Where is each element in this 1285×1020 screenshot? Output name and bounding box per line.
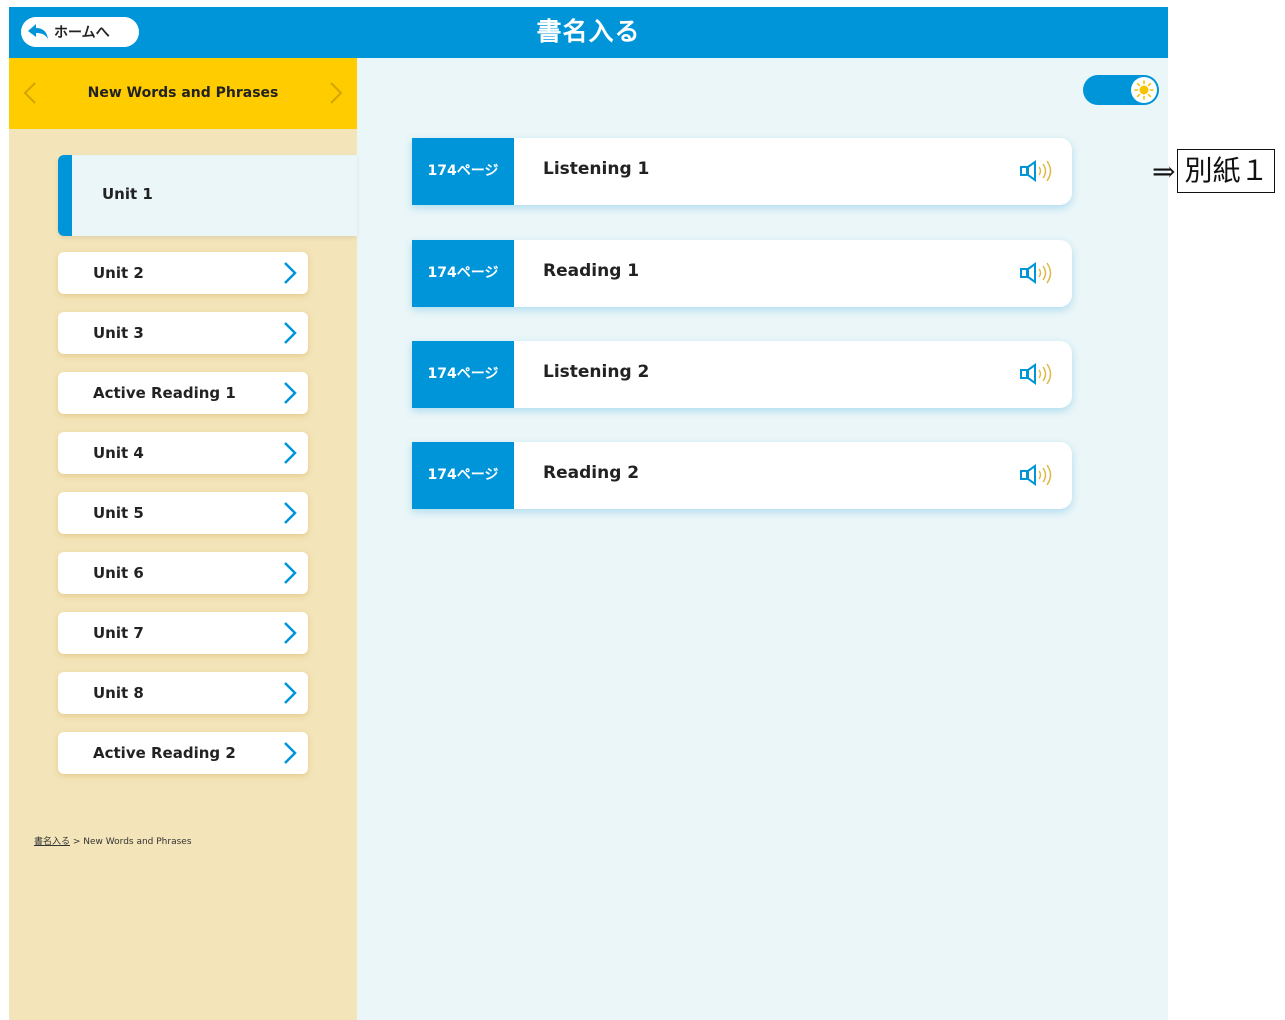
chevron-right-icon [284,262,297,284]
annotation-arrow: ⇒ [1152,154,1176,188]
sidebar: New Words and Phrases Unit 1 Unit 2 Unit… [9,58,357,1020]
breadcrumb: 書名入る > New Words and Phrases [34,834,192,847]
lesson-page-badge: 174ページ [412,138,514,205]
speaker-icon[interactable] [1019,261,1057,285]
sidebar-item-label: Unit 2 [93,264,144,282]
annotation-label: 別紙１ [1177,149,1276,193]
chevron-right-icon [284,622,297,644]
sidebar-item[interactable]: Unit 4 [58,432,308,474]
lesson-name: Listening 1 [543,159,650,179]
lesson-row[interactable]: 174ページ Reading 2 [412,442,1072,509]
sidebar-item[interactable]: Unit 6 [58,552,308,594]
sidebar-item[interactable]: Active Reading 1 [58,372,308,414]
chevron-right-icon[interactable] [327,80,345,106]
breadcrumb-separator: > [70,837,84,847]
chevron-right-icon [284,322,297,344]
sidebar-item[interactable]: Unit 8 [58,672,308,714]
sidebar-item-unit-1-active[interactable]: Unit 1 [58,155,357,236]
chevron-right-icon [284,442,297,464]
sidebar-item-label: Unit 6 [93,564,144,582]
chevron-right-icon [284,682,297,704]
sidebar-item-label: Active Reading 1 [93,384,236,402]
chevron-right-icon [284,382,297,404]
sidebar-item-label: Unit 4 [93,444,144,462]
sidebar-item-label: Unit 5 [93,504,144,522]
speaker-icon[interactable] [1019,159,1057,183]
chevron-left-icon[interactable] [21,80,39,106]
speaker-icon[interactable] [1019,362,1057,386]
page-title: 書名入る [536,17,641,46]
breadcrumb-current: New Words and Phrases [83,837,192,847]
lesson-row[interactable]: 174ページ Reading 1 [412,240,1072,307]
lesson-name: Reading 1 [543,261,640,281]
sidebar-item-label: Active Reading 2 [93,744,236,762]
header-bar: ホームへ 書名入る [9,7,1168,58]
lesson-name: Reading 2 [543,463,640,483]
sidebar-section-header: New Words and Phrases [9,58,357,129]
chevron-right-icon [284,742,297,764]
sidebar-item-label: Unit 8 [93,684,144,702]
speaker-icon[interactable] [1019,463,1057,487]
lesson-page-badge: 174ページ [412,442,514,509]
sidebar-item[interactable]: Unit 2 [58,252,308,294]
sidebar-item-label: Unit 1 [102,185,153,203]
sun-icon [1131,77,1157,103]
sidebar-item[interactable]: Unit 3 [58,312,308,354]
sidebar-item[interactable]: Active Reading 2 [58,732,308,774]
sidebar-section-title: New Words and Phrases [87,85,279,101]
lesson-page-badge: 174ページ [412,240,514,307]
breadcrumb-root-link[interactable]: 書名入る [34,837,70,847]
lesson-page-badge: 174ページ [412,341,514,408]
app-window: ホームへ 書名入る New Words and Phrases Unit 1 U… [9,7,1168,1020]
lesson-row[interactable]: 174ページ Listening 2 [412,341,1072,408]
lesson-row[interactable]: 174ページ Listening 1 [412,138,1072,205]
sidebar-item[interactable]: Unit 7 [58,612,308,654]
chevron-right-icon [284,502,297,524]
sidebar-item[interactable]: Unit 5 [58,492,308,534]
sidebar-item-label: Unit 3 [93,324,144,342]
sidebar-item-label: Unit 7 [93,624,144,642]
chevron-right-icon [284,562,297,584]
display-mode-toggle[interactable] [1083,75,1159,105]
annotation-note: ⇒ 別紙１ [1152,149,1276,193]
lesson-name: Listening 2 [543,362,650,382]
